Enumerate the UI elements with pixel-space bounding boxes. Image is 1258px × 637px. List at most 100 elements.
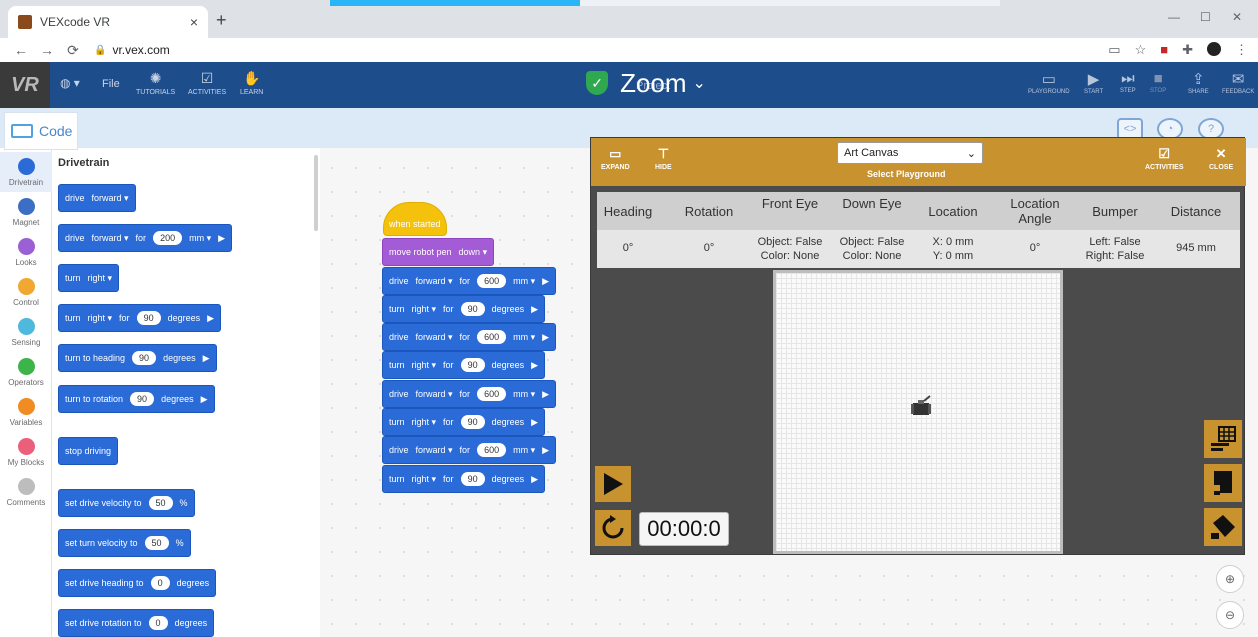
zoom-overlay[interactable]: Project ✓ Zoom ⌄ [560,64,732,102]
hide-button[interactable]: ⊤ HIDE [655,146,672,171]
block-dropdown[interactable]: right ▾ [412,304,437,315]
block-dropdown[interactable]: right ▾ [412,360,437,371]
pdf-extension-icon[interactable]: ■ [1160,42,1168,58]
block-expand-arrow-icon[interactable]: ▶ [201,394,208,405]
step-button[interactable]: ⏭ STEP [1120,70,1136,94]
block-value-input[interactable]: 90 [130,392,155,406]
block-dropdown[interactable]: right ▾ [88,273,113,284]
robot-view-button[interactable] [1204,464,1242,502]
block-expand-arrow-icon[interactable]: ▶ [542,389,549,400]
category-control[interactable]: Control [0,272,52,312]
art-canvas[interactable] [773,270,1063,554]
category-sensing[interactable]: Sensing [0,312,52,352]
stop-button[interactable]: ■ STOP [1150,70,1166,94]
script-drive-block[interactable]: drive forward ▾ for 600 mm ▾ ▶ [382,267,557,295]
block-dropdown[interactable]: mm ▾ [513,276,535,287]
block-value-input[interactable]: 90 [136,311,161,325]
learn-button[interactable]: ✋ LEARN [240,70,263,96]
block-expand-arrow-icon[interactable]: ▶ [218,233,225,244]
maximize-icon[interactable]: ☐ [1200,10,1211,24]
script-turn-block[interactable]: turn right ▾ for 90 degrees ▶ [382,351,546,379]
block-dropdown[interactable]: forward ▾ [92,233,129,244]
playground-select[interactable]: Art Canvas ⌄ [837,142,983,164]
block-value-input[interactable]: 90 [132,351,157,365]
extensions-puzzle-icon[interactable]: ✚ [1182,42,1193,58]
browser-menu-icon[interactable]: ⋮ [1235,42,1248,58]
url-field[interactable]: 🔒 vr.vex.com [94,43,170,57]
tab-close-icon[interactable]: × [190,14,198,30]
zoom-in-icon[interactable]: ⊕ [1216,565,1244,593]
block-dropdown[interactable]: right ▾ [412,474,437,485]
block-value-input[interactable]: 600 [477,387,507,401]
playground-close-button[interactable]: ✕ CLOSE [1209,146,1233,171]
reload-icon[interactable]: ⟳ [60,42,86,59]
script-drive-block[interactable]: drive forward ▾ for 600 mm ▾ ▶ [382,323,557,351]
palette-block-drive-for[interactable]: drive forward ▾ for 200 mm ▾ ▶ [58,224,233,252]
script-drive-block[interactable]: drive forward ▾ for 600 mm ▾ ▶ [382,436,557,464]
block-expand-arrow-icon[interactable]: ▶ [207,313,214,324]
block-value-input[interactable]: 90 [460,302,485,316]
block-value-input[interactable]: 90 [460,472,485,486]
script-turn-block[interactable]: turn right ▾ for 90 degrees ▶ [382,408,546,436]
palette-block-set-drive-heading[interactable]: set drive heading to 0 degrees [58,569,217,597]
zoom-out-icon[interactable]: ⊖ [1216,601,1244,629]
activities-button[interactable]: ☑ ACTIVITIES [188,70,226,96]
block-expand-arrow-icon[interactable]: ▶ [531,360,538,371]
block-value-input[interactable]: 0 [150,576,170,590]
block-expand-arrow-icon[interactable]: ▶ [542,332,549,343]
palette-scrollbar[interactable] [314,155,318,231]
block-dropdown[interactable]: right ▾ [412,417,437,428]
block-dropdown[interactable]: down ▾ [459,247,488,258]
window-close-icon[interactable]: ✕ [1232,10,1242,24]
palette-block-set-turn-velocity[interactable]: set turn velocity to 50 % [58,529,191,557]
block-dropdown[interactable]: mm ▾ [513,445,535,456]
block-expand-arrow-icon[interactable]: ▶ [531,474,538,485]
block-dropdown[interactable]: mm ▾ [513,389,535,400]
start-button[interactable]: ▶ START [1084,70,1103,95]
block-value-input[interactable]: 0 [148,616,168,630]
minimize-icon[interactable]: — [1168,10,1180,24]
block-dropdown[interactable]: forward ▾ [416,276,453,287]
block-value-input[interactable]: 200 [153,231,183,245]
category-looks[interactable]: Looks [0,232,52,272]
code-tab[interactable]: Code [4,112,78,150]
block-expand-arrow-icon[interactable]: ▶ [531,417,538,428]
script-turn-block[interactable]: turn right ▾ for 90 degrees ▶ [382,465,546,493]
expand-button[interactable]: ▭ EXPAND [601,146,630,171]
category-my-blocks[interactable]: My Blocks [0,432,52,472]
playground-button[interactable]: ▭ PLAYGROUND [1028,70,1070,95]
block-value-input[interactable]: 600 [477,443,507,457]
when-started-hat-block[interactable]: when started [383,202,447,236]
data-panel-button[interactable] [1204,420,1242,458]
share-button[interactable]: ⇪ SHARE [1188,70,1209,95]
palette-block-drive[interactable]: drive forward ▾ [58,184,136,212]
script-drive-block[interactable]: drive forward ▾ for 600 mm ▾ ▶ [382,380,557,408]
category-drivetrain[interactable]: Drivetrain [0,152,52,192]
palette-block-set-drive-velocity[interactable]: set drive velocity to 50 % [58,489,195,517]
category-magnet[interactable]: Magnet [0,192,52,232]
playground-activities-button[interactable]: ☑ ACTIVITIES [1145,146,1184,171]
tutorials-button[interactable]: ✺ TUTORIALS [136,70,175,96]
palette-block-turn-to-rotation[interactable]: turn to rotation 90 degrees ▶ [58,385,215,413]
forward-icon[interactable]: → [34,42,60,58]
block-value-input[interactable]: 90 [460,358,485,372]
feedback-button[interactable]: ✉ FEEDBACK [1222,70,1254,95]
pen-tool-button[interactable] [1204,508,1242,546]
block-expand-arrow-icon[interactable]: ▶ [542,276,549,287]
block-expand-arrow-icon[interactable]: ▶ [203,353,210,364]
block-dropdown[interactable]: mm ▾ [189,233,211,244]
block-value-input[interactable]: 600 [477,330,507,344]
palette-block-turn[interactable]: turn right ▾ [58,264,120,292]
palette-block-turn-for[interactable]: turn right ▾ for 90 degrees ▶ [58,304,222,332]
category-comments[interactable]: Comments [0,472,52,512]
bookmark-star-icon[interactable]: ☆ [1135,42,1147,58]
move-robot-pen-block[interactable]: move robot pen down ▾ [382,238,495,266]
block-value-input[interactable]: 50 [144,536,169,550]
new-tab-icon[interactable]: + [216,10,227,31]
block-dropdown[interactable]: forward ▾ [416,332,453,343]
block-value-input[interactable]: 600 [477,274,507,288]
category-variables[interactable]: Variables [0,392,52,432]
palette-block-turn-to-heading[interactable]: turn to heading 90 degrees ▶ [58,344,217,372]
palette-block-set-drive-rotation[interactable]: set drive rotation to 0 degrees [58,609,215,637]
block-value-input[interactable]: 90 [460,415,485,429]
